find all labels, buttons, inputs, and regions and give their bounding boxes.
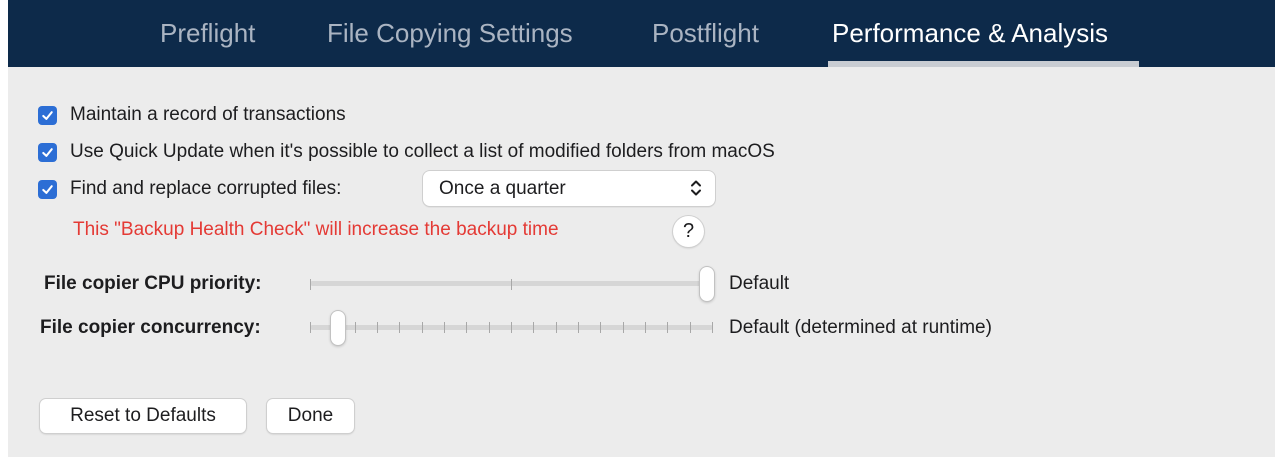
active-tab-indicator <box>828 61 1139 67</box>
cpu-priority-slider-thumb[interactable] <box>700 267 714 301</box>
tab-postflight[interactable]: Postflight <box>652 0 759 67</box>
record-transactions-checkbox[interactable] <box>38 105 57 125</box>
concurrency-tick <box>645 322 646 333</box>
preferences-panel: Preflight File Copying Settings Postflig… <box>8 0 1275 457</box>
find-replace-label: Find and replace corrupted files: <box>70 178 342 199</box>
cpu-priority-label: File copier CPU priority: <box>44 273 262 294</box>
find-replace-checkbox[interactable] <box>38 179 57 199</box>
concurrency-tick <box>310 322 311 333</box>
concurrency-tick <box>355 322 356 333</box>
concurrency-value: Default (determined at runtime) <box>729 317 992 338</box>
concurrency-tick <box>399 322 400 333</box>
concurrency-tick <box>690 322 691 333</box>
checkmark-icon <box>42 110 53 120</box>
concurrency-tick <box>377 322 378 333</box>
cpu-priority-value: Default <box>729 273 790 294</box>
quick-update-option: Use Quick Update when it's possible to c… <box>38 141 775 163</box>
reset-to-defaults-button[interactable]: Reset to Defaults <box>40 399 246 433</box>
quick-update-checkbox[interactable] <box>38 142 57 162</box>
tab-preflight[interactable]: Preflight <box>160 0 255 67</box>
concurrency-label: File copier concurrency: <box>40 317 261 338</box>
concurrency-tick <box>600 322 601 333</box>
concurrency-tick <box>511 322 512 333</box>
checkmark-icon <box>42 184 53 194</box>
cpu-priority-tick <box>511 279 512 290</box>
concurrency-tick <box>623 322 624 333</box>
record-transactions-label: Maintain a record of transactions <box>70 104 346 125</box>
concurrency-tick <box>422 322 423 333</box>
concurrency-slider-thumb[interactable] <box>331 311 345 345</box>
frequency-value: Once a quarter <box>439 177 566 199</box>
concurrency-tick <box>489 322 490 333</box>
done-button[interactable]: Done <box>267 399 354 433</box>
concurrency-tick <box>667 322 668 333</box>
record-transactions-option: Maintain a record of transactions <box>38 104 346 126</box>
chevron-updown-icon <box>691 180 701 196</box>
concurrency-tick <box>466 322 467 333</box>
tab-file-copying-settings[interactable]: File Copying Settings <box>327 0 573 67</box>
tab-bar: Preflight File Copying Settings Postflig… <box>8 0 1275 67</box>
frequency-select[interactable]: Once a quarter <box>423 171 715 206</box>
concurrency-tick <box>533 322 534 333</box>
health-check-warning: This "Backup Health Check" will increase… <box>73 219 559 240</box>
quick-update-label: Use Quick Update when it's possible to c… <box>70 141 775 162</box>
help-button[interactable]: ? <box>673 216 704 247</box>
find-replace-option: Find and replace corrupted files: <box>38 178 341 200</box>
cpu-priority-tick <box>310 279 311 290</box>
tab-performance-analysis[interactable]: Performance & Analysis <box>832 0 1108 67</box>
checkmark-icon <box>42 147 53 157</box>
concurrency-tick <box>556 322 557 333</box>
concurrency-tick <box>712 322 713 333</box>
concurrency-tick <box>444 322 445 333</box>
concurrency-tick <box>578 322 579 333</box>
